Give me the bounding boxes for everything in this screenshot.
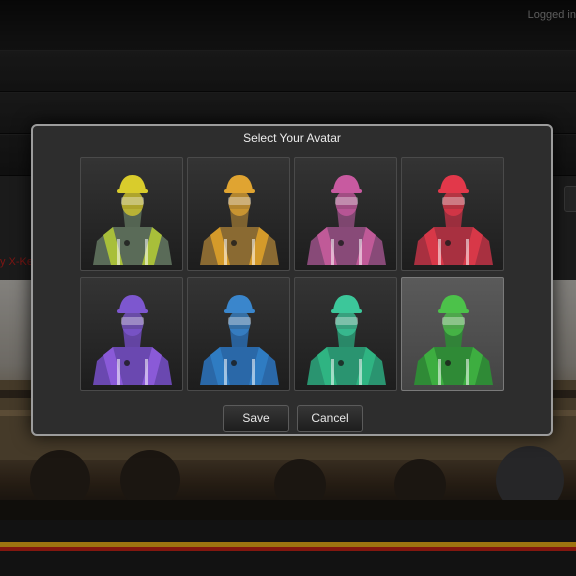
avatar-option[interactable] xyxy=(401,277,504,391)
worker-avatar-icon xyxy=(414,295,493,385)
worker-avatar-icon xyxy=(93,295,172,385)
avatar-option[interactable] xyxy=(187,277,290,391)
worker-avatar-icon xyxy=(307,295,386,385)
avatar-option[interactable] xyxy=(80,277,183,391)
avatar-grid xyxy=(80,157,508,397)
cancel-button[interactable]: Cancel xyxy=(297,405,363,432)
worker-avatar-icon xyxy=(414,175,493,265)
avatar-option[interactable] xyxy=(80,157,183,271)
worker-avatar-icon xyxy=(200,175,279,265)
avatar-option[interactable] xyxy=(401,157,504,271)
avatar-option[interactable] xyxy=(187,157,290,271)
worker-avatar-icon xyxy=(307,175,386,265)
save-button[interactable]: Save xyxy=(223,405,289,432)
avatar-dialog: Select Your Avatar Save Cancel xyxy=(31,124,553,436)
avatar-option[interactable] xyxy=(294,277,397,391)
avatar-option[interactable] xyxy=(294,157,397,271)
worker-avatar-icon xyxy=(93,175,172,265)
worker-avatar-icon xyxy=(200,295,279,385)
dialog-title: Select Your Avatar xyxy=(243,131,341,145)
